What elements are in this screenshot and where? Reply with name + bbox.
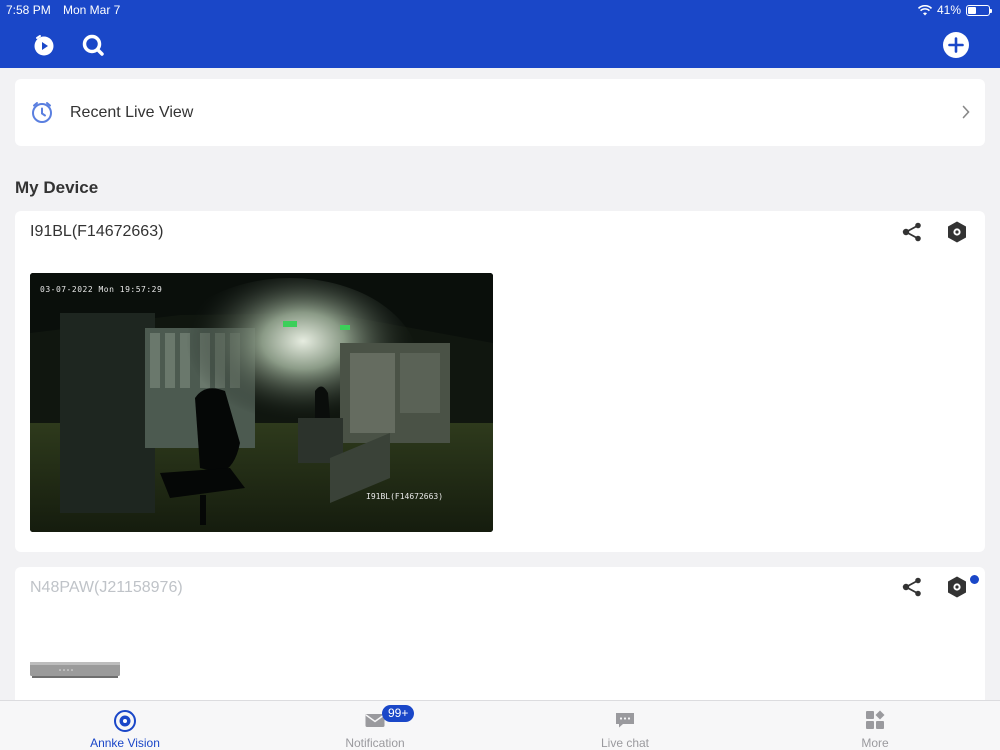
battery-percent: 41% bbox=[936, 3, 961, 17]
tab-label: Annke Vision bbox=[90, 736, 160, 750]
preview-timestamp: 03-07-2022 Mon 19:57:29 bbox=[40, 285, 163, 294]
settings-icon[interactable] bbox=[945, 575, 969, 599]
update-indicator-dot bbox=[970, 575, 979, 584]
share-icon[interactable] bbox=[901, 576, 923, 598]
recent-live-view-label: Recent Live View bbox=[70, 103, 194, 121]
more-grid-icon bbox=[866, 710, 885, 729]
share-icon[interactable] bbox=[901, 221, 923, 243]
annke-vision-icon bbox=[114, 710, 136, 732]
device-card: I91BL(F14672663) 03-07-2022 Mon 19:57:29… bbox=[15, 211, 985, 552]
tab-notification[interactable]: Notification bbox=[250, 701, 500, 750]
playback-button[interactable] bbox=[31, 32, 57, 58]
chevron-right-icon bbox=[962, 105, 970, 119]
status-indicators: 41% bbox=[917, 3, 992, 17]
tab-live-chat[interactable]: Live chat bbox=[500, 701, 750, 750]
notification-badge: 99+ bbox=[382, 705, 415, 722]
add-icon bbox=[943, 32, 969, 58]
tab-more[interactable]: More bbox=[750, 701, 1000, 750]
settings-icon[interactable] bbox=[945, 220, 969, 244]
playback-icon bbox=[34, 35, 54, 56]
app-header: 7:58 PM Mon Mar 7 41% bbox=[0, 0, 1000, 68]
device-name: N48PAW(J21158976) bbox=[30, 579, 183, 596]
add-device-button[interactable] bbox=[941, 30, 971, 60]
section-title: My Device bbox=[15, 178, 99, 197]
chat-icon bbox=[616, 713, 634, 728]
battery-icon bbox=[966, 4, 992, 16]
recent-live-view-row[interactable]: Recent Live View bbox=[15, 79, 985, 146]
status-date: Mon Mar 7 bbox=[63, 3, 121, 17]
tab-label: More bbox=[861, 736, 889, 750]
device-name: I91BL(F14672663) bbox=[30, 223, 164, 240]
bottom-tab-bar: Annke Vision Notification 99+ Live chat … bbox=[0, 700, 1000, 750]
status-bar: 7:58 PM Mon Mar 7 41% bbox=[6, 3, 992, 19]
tab-annke-vision[interactable]: Annke Vision bbox=[0, 701, 250, 750]
tab-label: Notification bbox=[345, 736, 405, 750]
search-button[interactable] bbox=[80, 32, 106, 58]
status-time: 7:58 PM bbox=[6, 3, 51, 17]
clock-icon bbox=[32, 102, 52, 123]
camera-preview[interactable]: 03-07-2022 Mon 19:57:29 I91BL(F14672663) bbox=[30, 273, 493, 532]
nvr-device-image bbox=[30, 662, 120, 678]
search-icon bbox=[82, 34, 104, 56]
preview-camera-label: I91BL(F14672663) bbox=[366, 492, 444, 501]
wifi-icon bbox=[917, 4, 932, 15]
tab-label: Live chat bbox=[600, 736, 650, 750]
device-card: N48PAW(J21158976) bbox=[15, 567, 985, 707]
